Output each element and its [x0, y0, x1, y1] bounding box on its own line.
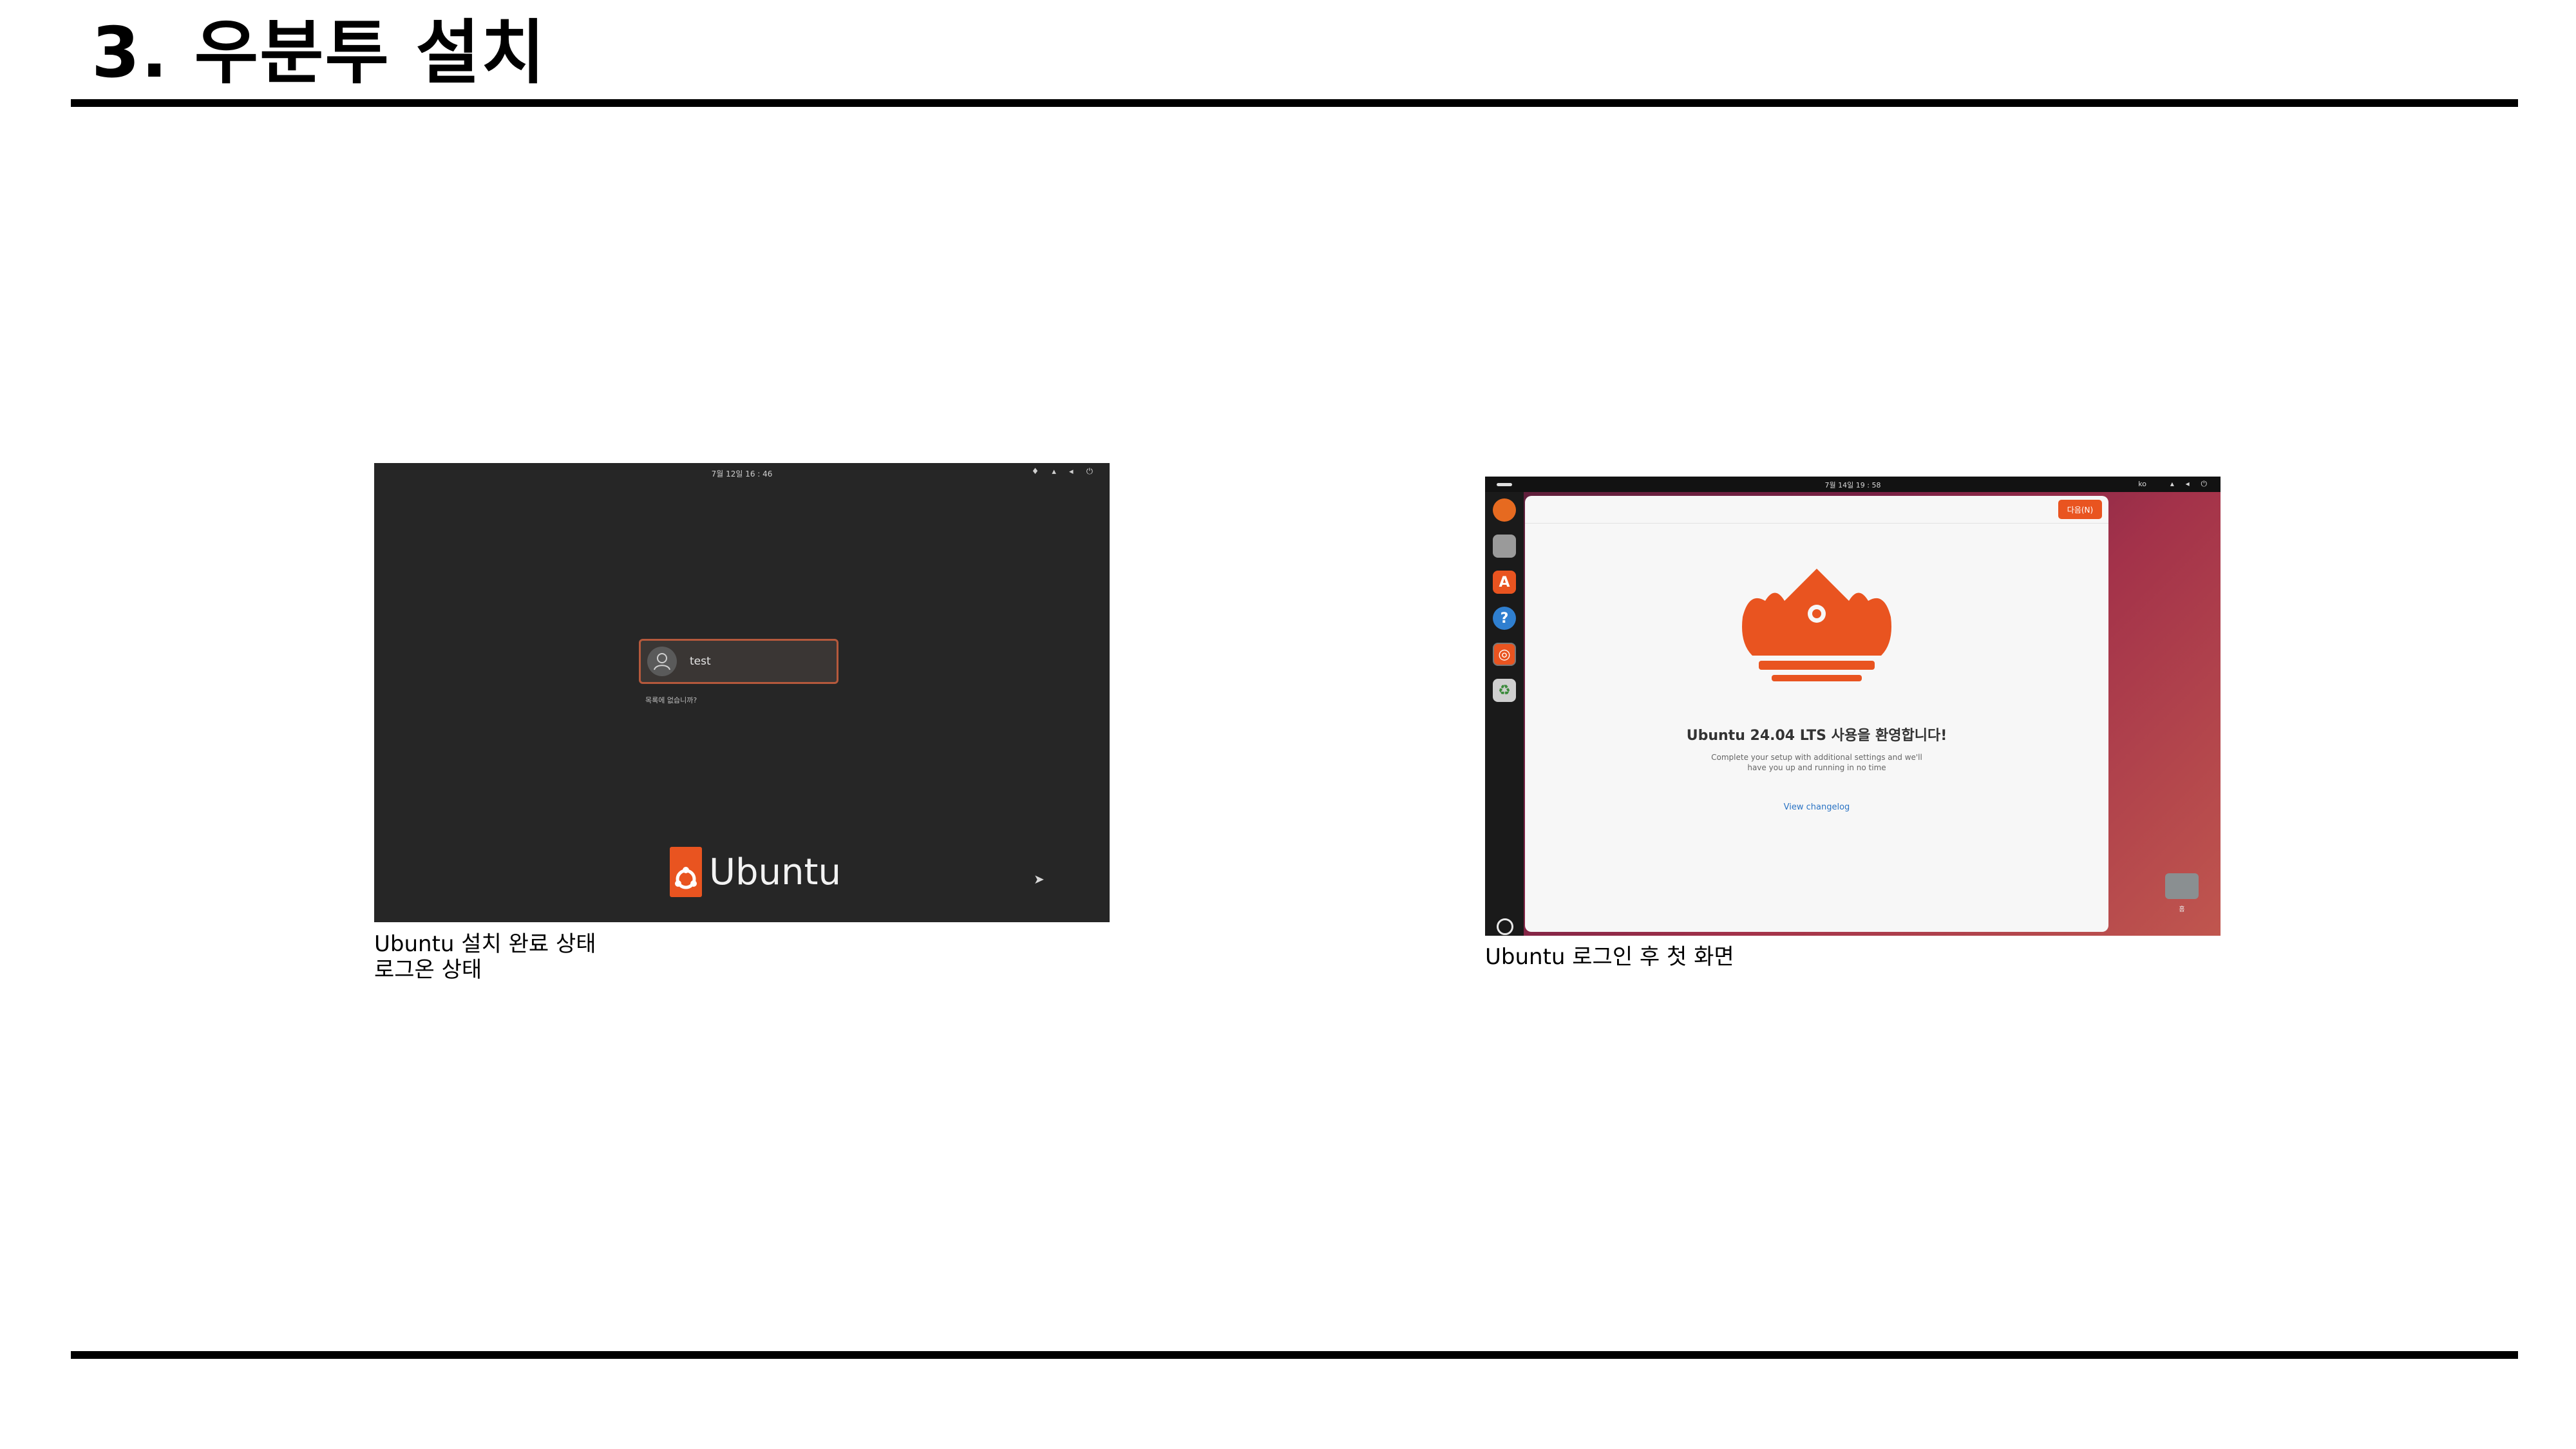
window-header-divider	[1525, 523, 2108, 524]
home-folder-icon[interactable]	[2165, 873, 2199, 899]
system-tray-icons[interactable]: ▴ ◂ ⏻	[2170, 479, 2211, 489]
system-tray-icons: ♦ ▴ ◂ ⏻	[1031, 467, 1098, 477]
slide-title: 3. 우분투 설치	[91, 13, 547, 93]
welcome-caption: Ubuntu 로그인 후 첫 화면	[1485, 944, 1734, 970]
ubuntu-installer-icon[interactable]: ◎	[1493, 643, 1516, 666]
ubuntu-logo-icon	[670, 847, 702, 897]
login-caption-line2: 로그온 상태	[374, 957, 482, 983]
welcome-screenshot: 7월 14일 19 : 58 ko ▴ ◂ ⏻ A ? ◎ ♻ 다음(N) Ub…	[1485, 477, 2221, 936]
show-apps-icon[interactable]	[1497, 918, 1513, 935]
home-folder-label: 홈	[2179, 906, 2185, 913]
next-button[interactable]: 다음(N)	[2058, 500, 2102, 519]
user-name: test	[690, 655, 711, 668]
desktop-topbar: 7월 14일 19 : 58 ko ▴ ◂ ⏻	[1485, 477, 2221, 492]
crown-logo-icon	[1742, 569, 1891, 681]
dock: A ? ◎ ♻	[1485, 492, 1524, 936]
not-listed-link[interactable]: 목록에 없습니까?	[645, 695, 697, 705]
user-login-button[interactable]: test	[639, 639, 838, 684]
view-changelog-link[interactable]: View changelog	[1525, 802, 2108, 812]
welcome-title: Ubuntu 24.04 LTS 사용을 환영합니다!	[1686, 728, 1947, 744]
topbar-clock: 7월 12일 16 : 46	[711, 469, 773, 478]
title-rule	[71, 99, 2518, 107]
welcome-subtitle-line2: have you up and running in no time	[1747, 763, 1886, 772]
ubuntu-wordmark: Ubuntu	[709, 851, 841, 893]
files-icon[interactable]	[1493, 535, 1516, 558]
help-icon[interactable]: ?	[1493, 607, 1516, 630]
login-caption-line1: Ubuntu 설치 완료 상태	[374, 931, 596, 957]
trash-icon[interactable]: ♻	[1493, 679, 1516, 702]
bottom-rule	[71, 1351, 2518, 1359]
welcome-subtitle-line1: Complete your setup with additional sett…	[1711, 753, 1922, 762]
firefox-icon[interactable]	[1493, 498, 1516, 522]
app-center-icon[interactable]: A	[1493, 571, 1516, 594]
user-avatar-icon	[647, 647, 677, 676]
mouse-cursor-icon: ➤	[1034, 871, 1045, 887]
login-screenshot: 7월 12일 16 : 46 ♦ ▴ ◂ ⏻ test 목록에 없습니까? Ub…	[374, 463, 1110, 922]
topbar-clock[interactable]: 7월 14일 19 : 58	[1485, 480, 2221, 490]
welcome-window: 다음(N) Ubuntu 24.04 LTS 사용을 환영합니다! Comple…	[1525, 496, 2108, 932]
language-indicator[interactable]: ko	[2138, 480, 2146, 488]
